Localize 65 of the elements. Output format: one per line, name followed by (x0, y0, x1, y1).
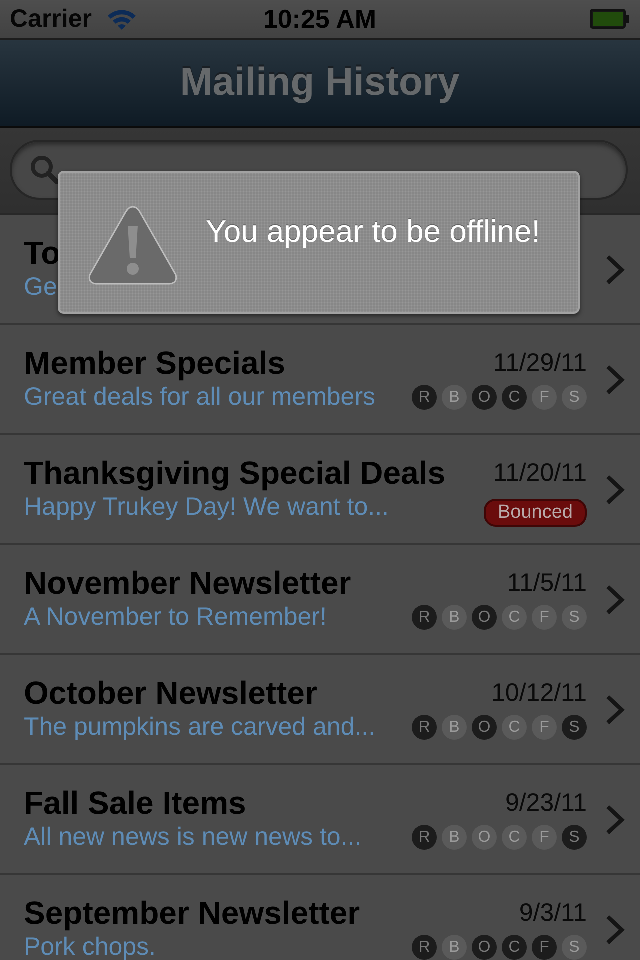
letter-indicator: F (532, 935, 557, 960)
letter-indicator: R (412, 715, 437, 740)
mailing-title: September Newsletter (24, 895, 360, 931)
letter-indicator: S (562, 715, 587, 740)
letter-indicator: C (502, 935, 527, 960)
letter-indicator: B (442, 935, 467, 960)
mailing-date: 9/3/11 (519, 898, 587, 929)
letter-indicator: R (412, 385, 437, 410)
mailing-date: 11/5/11 (507, 568, 587, 599)
letter-indicator: O (472, 715, 497, 740)
chevron-icon (605, 584, 625, 616)
letter-indicator: F (532, 825, 557, 850)
mailing-subtitle: Pork chops. (24, 934, 156, 960)
warning-icon (87, 204, 179, 286)
letter-indicator: O (472, 385, 497, 410)
mailing-date: 11/29/11 (493, 348, 587, 379)
chevron-icon (605, 254, 625, 286)
letter-indicator: C (502, 715, 527, 740)
letter-indicator: B (442, 385, 467, 410)
chevron-icon (605, 474, 625, 506)
carrier-name: Carrier (10, 4, 92, 34)
letter-indicator: B (442, 825, 467, 850)
mailing-subtitle: Ge (24, 274, 58, 300)
mailing-title: Thanksgiving Special Deals (24, 455, 446, 491)
letter-indicator: S (562, 605, 587, 630)
mailing-title: Fall Sale Items (24, 785, 246, 821)
screen-title: Mailing History (180, 61, 460, 105)
mailing-title: October Newsletter (24, 675, 318, 711)
mailing-subtitle: Happy Trukey Day! We want to... (24, 494, 389, 520)
chevron-icon (605, 914, 625, 946)
mailing-date: 11/20/11 (493, 458, 587, 489)
letter-indicator: O (472, 825, 497, 850)
letter-indicator: B (442, 715, 467, 740)
letter-indicator: C (502, 825, 527, 850)
mailing-date: 9/23/11 (505, 788, 587, 819)
mailing-subtitle: The pumpkins are carved and... (24, 714, 376, 740)
chevron-icon (605, 694, 625, 726)
alert-message: You appear to be offline! (206, 214, 540, 250)
mailing-title: November Newsletter (24, 565, 352, 601)
mailing-date: 10/12/11 (492, 678, 587, 709)
letter-indicator: C (502, 605, 527, 630)
letter-indicator: B (442, 605, 467, 630)
letter-indicator: R (412, 605, 437, 630)
chevron-icon (605, 364, 625, 396)
clock-time: 10:25 AM (262, 4, 378, 34)
letter-indicator: S (562, 935, 587, 960)
letter-indicator: F (532, 715, 557, 740)
letter-indicator: R (412, 825, 437, 850)
mailing-title: Member Specials (24, 345, 286, 381)
letter-indicator: R (412, 935, 437, 960)
letter-indicator: C (502, 385, 527, 410)
mailing-title: To (24, 235, 61, 271)
mailing-subtitle: A November to Remember! (24, 604, 327, 630)
mailing-subtitle: All new news is new news to... (24, 824, 362, 850)
search-icon (30, 155, 60, 185)
letter-indicator: S (562, 825, 587, 850)
mailing-subtitle: Great deals for all our members (24, 384, 376, 410)
letter-indicator: O (472, 935, 497, 960)
status-tag: Bounced (484, 499, 587, 527)
letter-indicator: S (562, 385, 587, 410)
letter-indicator: O (472, 605, 497, 630)
chevron-icon (605, 804, 625, 836)
battery-icon (590, 9, 630, 29)
letter-indicator: F (532, 385, 557, 410)
letter-indicator: F (532, 605, 557, 630)
